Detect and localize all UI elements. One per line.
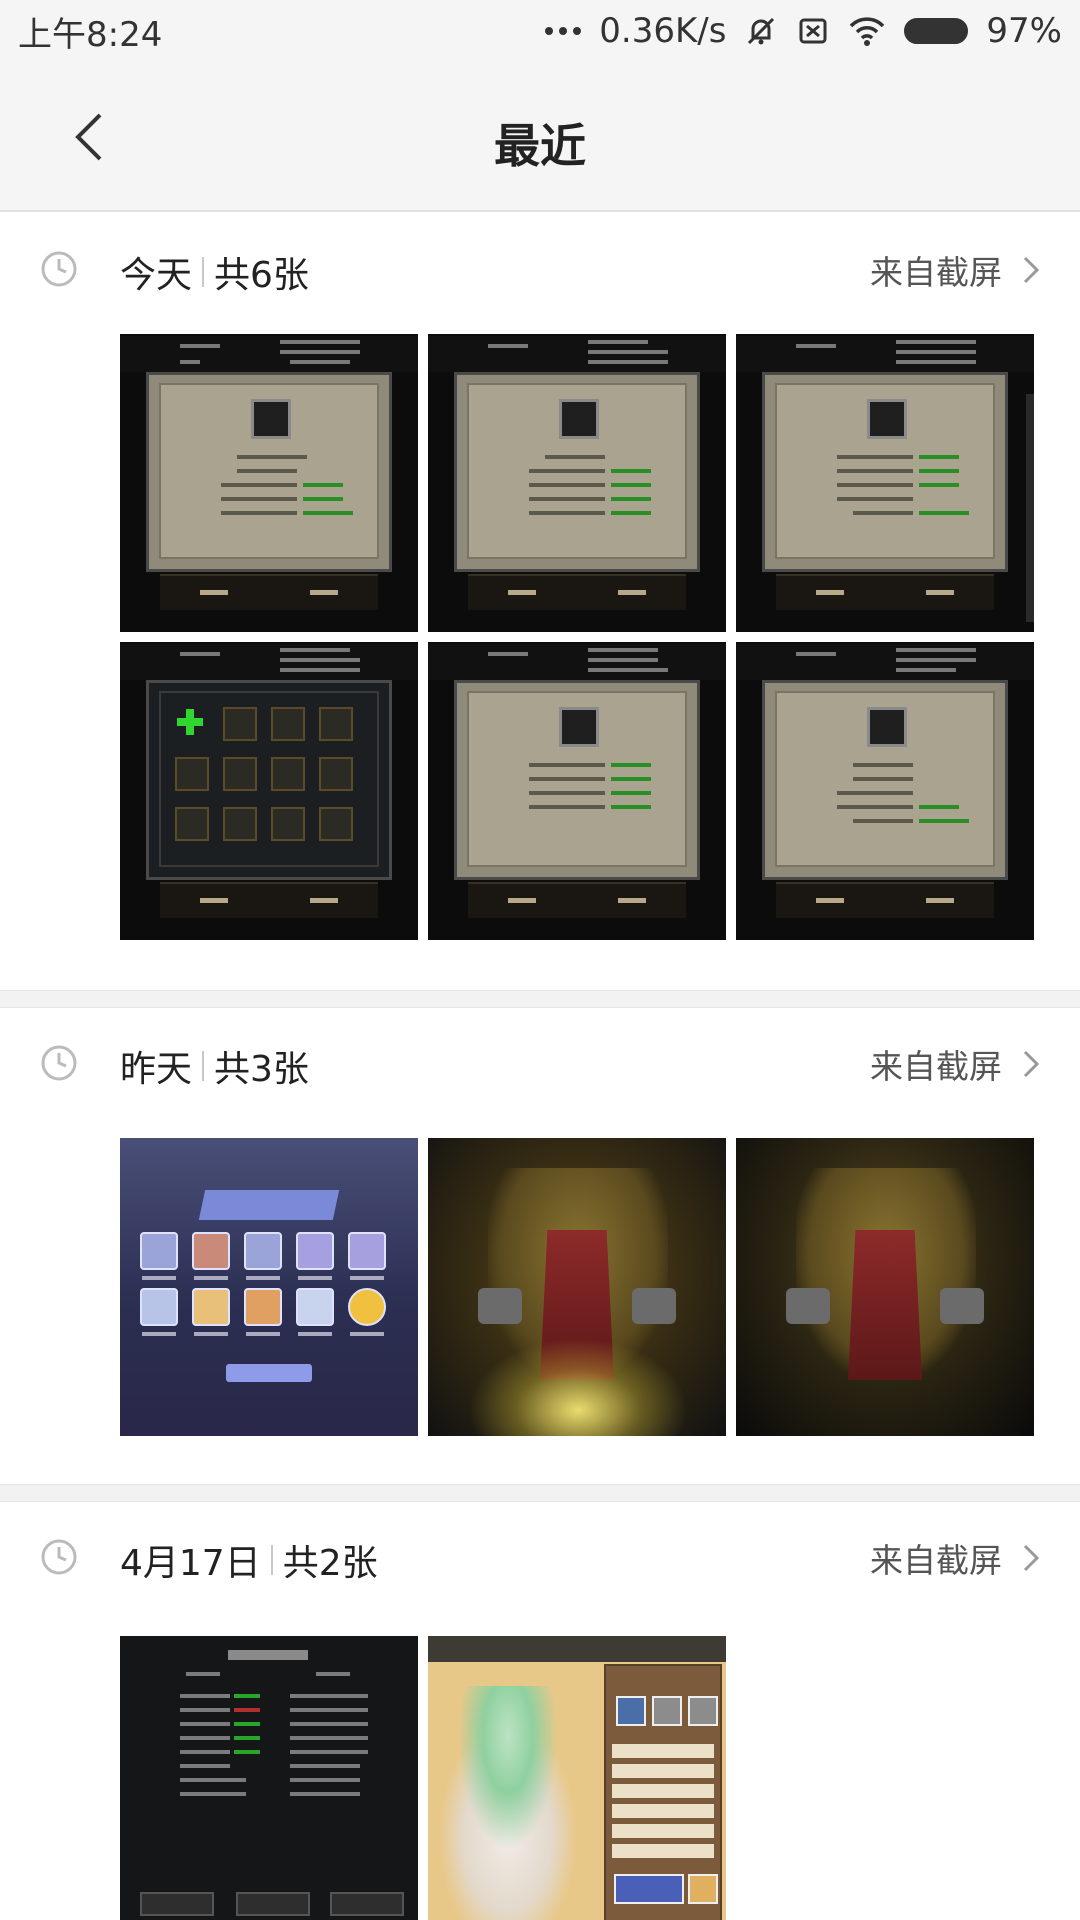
chevron-right-icon: [1023, 1544, 1040, 1572]
clock-icon: [41, 251, 77, 287]
thumbnail[interactable]: [428, 334, 726, 632]
thumbnail[interactable]: [120, 1636, 418, 1920]
thumbnail[interactable]: [736, 334, 1034, 632]
section-title: 4月17日 共2张: [120, 1534, 378, 1586]
section-date: 4月17日: [120, 1543, 261, 1584]
status-bar: 上午8:24 0.36K/s 97%: [0, 0, 1080, 62]
no-sim-icon: [796, 14, 830, 48]
wifi-icon: [848, 14, 886, 48]
source-label: 来自截屏: [870, 1047, 1002, 1086]
thumbnail[interactable]: [120, 1138, 418, 1436]
chevron-right-icon: [1023, 1050, 1040, 1078]
thumbnail[interactable]: [736, 642, 1034, 940]
section-today: 今天 共6张 来自截屏: [0, 214, 1080, 990]
source-label: 来自截屏: [870, 253, 1002, 292]
section-divider: [0, 1484, 1080, 1502]
thumbnail[interactable]: [120, 642, 418, 940]
separator: [202, 1051, 205, 1081]
separator: [270, 1545, 273, 1575]
thumbnail[interactable]: [120, 334, 418, 632]
source-link[interactable]: 来自截屏: [870, 1534, 1040, 1582]
source-link[interactable]: 来自截屏: [870, 246, 1040, 294]
section-title: 今天 共6张: [120, 246, 309, 298]
section-title: 昨天 共3张: [120, 1040, 309, 1092]
section-date: 昨天: [120, 1049, 193, 1090]
section-header: 昨天 共3张 来自截屏: [0, 1008, 1080, 1118]
section-count: 共2张: [282, 1543, 378, 1584]
section-header: 今天 共6张 来自截屏: [0, 214, 1080, 324]
section-header: 4月17日 共2张 来自截屏: [0, 1502, 1080, 1612]
thumbnail[interactable]: [736, 1138, 1034, 1436]
thumbnail[interactable]: [428, 642, 726, 940]
section-divider: [0, 990, 1080, 1008]
title-bar: 最近: [0, 62, 1080, 212]
clock-icon: [41, 1539, 77, 1575]
section-apr17: 4月17日 共2张 来自截屏: [0, 1502, 1080, 1920]
status-time: 上午8:24: [18, 14, 163, 55]
battery-percent: 97%: [986, 11, 1062, 51]
network-speed: 0.36K/s: [599, 11, 727, 51]
more-dots-icon: [545, 27, 582, 35]
clock-icon: [41, 1045, 77, 1081]
thumbnail[interactable]: [428, 1138, 726, 1436]
battery-icon: [904, 18, 969, 44]
section-yesterday: 昨天 共3张 来自截屏: [0, 1008, 1080, 1484]
chevron-right-icon: [1023, 256, 1040, 284]
section-count: 共3张: [214, 1049, 309, 1090]
separator: [202, 257, 205, 287]
source-label: 来自截屏: [870, 1541, 1002, 1580]
mute-bell-icon: [744, 14, 778, 48]
source-link[interactable]: 来自截屏: [870, 1040, 1040, 1088]
status-icons: 0.36K/s 97%: [545, 11, 1062, 51]
section-count: 共6张: [214, 255, 309, 296]
section-date: 今天: [120, 255, 193, 296]
page-title: 最近: [494, 119, 586, 173]
thumbnail[interactable]: [428, 1636, 726, 1920]
